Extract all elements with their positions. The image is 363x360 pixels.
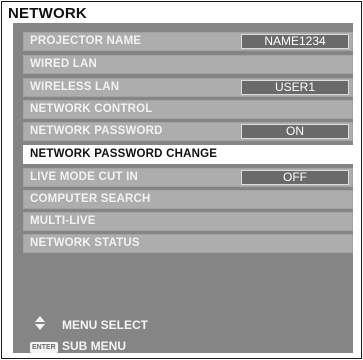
menu-item-label: WIRELESS LAN <box>30 81 120 93</box>
live-mode-cut-in-value: OFF <box>241 170 349 185</box>
menu-item-label: LIVE MODE CUT IN <box>30 171 138 183</box>
wireless-lan-value: USER1 <box>241 80 349 95</box>
menu-item-label: NETWORK STATUS <box>30 237 140 249</box>
sub-menu-hint: ENTER SUB MENU <box>30 338 126 353</box>
menu-item-network-status[interactable]: NETWORK STATUS <box>23 234 353 253</box>
menu-item-label: COMPUTER SEARCH <box>30 193 151 205</box>
menu-select-label: MENU SELECT <box>62 317 149 332</box>
menu-item-label: NETWORK PASSWORD CHANGE <box>30 148 218 160</box>
menu-select-hint: MENU SELECT <box>30 316 148 333</box>
menu-item-network-password-change[interactable]: NETWORK PASSWORD CHANGE <box>23 145 353 164</box>
up-down-arrows-icon <box>30 316 50 333</box>
enter-key-icon: ENTER <box>30 338 58 353</box>
sub-menu-label: SUB MENU <box>62 338 127 353</box>
menu-item-live-mode-cut-in[interactable]: LIVE MODE CUT IN OFF <box>23 168 353 187</box>
menu-item-computer-search[interactable]: COMPUTER SEARCH <box>23 190 353 209</box>
menu-item-multi-live[interactable]: MULTI-LIVE <box>23 212 353 231</box>
menu-item-label: PROJECTOR NAME <box>30 35 142 47</box>
menu-item-projector-name[interactable]: PROJECTOR NAME NAME1234 <box>23 32 353 51</box>
menu-item-network-password[interactable]: NETWORK PASSWORD ON <box>23 122 353 141</box>
menu-item-label: WIRED LAN <box>30 58 97 70</box>
menu-title: NETWORK <box>8 5 87 22</box>
enter-key-label: ENTER <box>30 342 58 353</box>
menu-item-label: NETWORK CONTROL <box>30 103 153 115</box>
projector-name-value: NAME1234 <box>241 34 349 49</box>
menu-item-wired-lan[interactable]: WIRED LAN <box>23 55 353 74</box>
menu-item-network-control[interactable]: NETWORK CONTROL <box>23 100 353 119</box>
menu-item-label: NETWORK PASSWORD <box>30 125 163 137</box>
network-password-value: ON <box>241 124 349 139</box>
menu-item-label: MULTI-LIVE <box>30 215 96 227</box>
menu-item-wireless-lan[interactable]: WIRELESS LAN USER1 <box>23 78 353 97</box>
